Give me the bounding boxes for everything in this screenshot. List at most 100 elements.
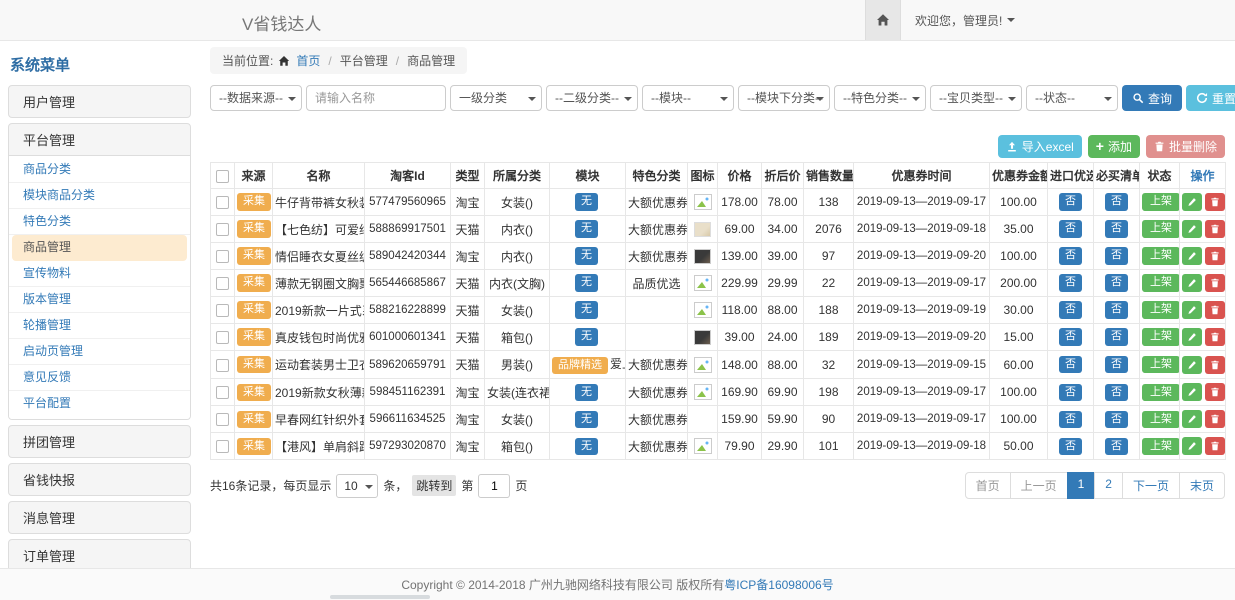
import-select-toggle[interactable]: 否 (1059, 193, 1082, 210)
import-select-toggle[interactable]: 否 (1059, 220, 1082, 237)
filter-select[interactable]: --特色分类-- (834, 85, 926, 111)
sidebar-item[interactable]: 平台配置 (9, 391, 190, 417)
home-button[interactable] (865, 0, 901, 40)
search-button[interactable]: 查询 (1122, 85, 1182, 111)
row-checkbox[interactable] (216, 413, 229, 426)
pager-button[interactable]: 1 (1067, 472, 1096, 499)
must-buy-toggle[interactable]: 否 (1105, 247, 1128, 264)
sidebar-item[interactable]: 宣传物料 (9, 261, 190, 287)
import-select-toggle[interactable]: 否 (1059, 247, 1082, 264)
row-checkbox[interactable] (216, 440, 229, 453)
sidebar-panel-header[interactable]: 拼团管理 (9, 426, 190, 457)
import-select-toggle[interactable]: 否 (1059, 301, 1082, 318)
pager-button[interactable]: 下一页 (1122, 472, 1180, 499)
status-toggle[interactable]: 上架 (1142, 411, 1180, 428)
pager-button[interactable]: 2 (1094, 472, 1123, 499)
import-excel-button[interactable]: 导入excel (998, 135, 1082, 158)
sidebar-item[interactable]: 轮播管理 (9, 313, 190, 339)
status-toggle[interactable]: 上架 (1142, 247, 1180, 264)
import-select-toggle[interactable]: 否 (1059, 328, 1082, 345)
must-buy-toggle[interactable]: 否 (1105, 438, 1128, 455)
must-buy-toggle[interactable]: 否 (1105, 301, 1128, 318)
status-toggle[interactable]: 上架 (1142, 220, 1180, 237)
row-checkbox[interactable] (216, 359, 229, 372)
row-checkbox[interactable] (216, 223, 229, 236)
row-checkbox[interactable] (216, 196, 229, 209)
icp-link[interactable]: 粤ICP备16098006号 (724, 576, 833, 593)
edit-button[interactable] (1182, 437, 1202, 455)
filter-select[interactable]: --模块下分类-- (738, 85, 830, 111)
must-buy-toggle[interactable]: 否 (1105, 220, 1128, 237)
delete-button[interactable] (1205, 301, 1225, 319)
edit-button[interactable] (1182, 356, 1202, 374)
filter-select[interactable]: --状态-- (1026, 85, 1118, 111)
must-buy-toggle[interactable]: 否 (1105, 356, 1128, 373)
row-checkbox[interactable] (216, 304, 229, 317)
import-select-toggle[interactable]: 否 (1059, 411, 1082, 428)
import-select-toggle[interactable]: 否 (1059, 384, 1082, 401)
sidebar-panel-header[interactable]: 平台管理 (9, 124, 190, 155)
breadcrumb-home-link[interactable]: 首页 (296, 52, 320, 69)
row-checkbox[interactable] (216, 386, 229, 399)
pager-button[interactable]: 首页 (965, 472, 1011, 499)
sidebar-panel-header[interactable]: 用户管理 (9, 86, 190, 117)
import-select-toggle[interactable]: 否 (1059, 356, 1082, 373)
edit-button[interactable] (1182, 383, 1202, 401)
sidebar-item[interactable]: 版本管理 (9, 287, 190, 313)
must-buy-toggle[interactable]: 否 (1105, 193, 1128, 210)
sidebar-item[interactable]: 启动页管理 (9, 339, 190, 365)
sidebar-item[interactable]: 商品分类 (9, 157, 190, 183)
filter-select[interactable]: 一级分类 (450, 85, 542, 111)
status-toggle[interactable]: 上架 (1142, 328, 1180, 345)
edit-button[interactable] (1182, 247, 1202, 265)
sidebar-item[interactable]: 特色分类 (9, 209, 190, 235)
edit-button[interactable] (1182, 301, 1202, 319)
batch-delete-button[interactable]: 批量删除 (1146, 135, 1225, 158)
status-toggle[interactable]: 上架 (1142, 193, 1180, 210)
delete-button[interactable] (1205, 220, 1225, 238)
reset-button[interactable]: 重置 (1186, 85, 1235, 111)
row-checkbox[interactable] (216, 277, 229, 290)
filter-select[interactable]: --模块-- (642, 85, 734, 111)
sidebar-item[interactable]: 模块商品分类 (9, 183, 190, 209)
must-buy-toggle[interactable]: 否 (1105, 328, 1128, 345)
filter-select[interactable]: --宝贝类型-- (930, 85, 1022, 111)
status-toggle[interactable]: 上架 (1142, 356, 1180, 373)
delete-button[interactable] (1205, 356, 1225, 374)
delete-button[interactable] (1205, 193, 1225, 211)
select-all-checkbox[interactable] (216, 170, 229, 183)
filter-select[interactable]: --数据来源-- (210, 85, 302, 111)
edit-button[interactable] (1182, 220, 1202, 238)
sidebar-item[interactable]: 商品管理 (12, 235, 187, 261)
add-button[interactable]: 添加 (1088, 135, 1140, 158)
delete-button[interactable] (1205, 247, 1225, 265)
user-menu[interactable]: 欢迎您，管理员! (915, 12, 1015, 29)
status-toggle[interactable]: 上架 (1142, 438, 1180, 455)
import-select-toggle[interactable]: 否 (1059, 274, 1082, 291)
per-page-select[interactable]: 10 (336, 474, 378, 498)
filter-select[interactable]: --二级分类-- (546, 85, 638, 111)
delete-button[interactable] (1205, 437, 1225, 455)
sidebar-panel-header[interactable]: 消息管理 (9, 502, 190, 533)
edit-button[interactable] (1182, 193, 1202, 211)
must-buy-toggle[interactable]: 否 (1105, 384, 1128, 401)
status-toggle[interactable]: 上架 (1142, 301, 1180, 318)
pager-button[interactable]: 末页 (1179, 472, 1225, 499)
row-checkbox[interactable] (216, 250, 229, 263)
delete-button[interactable] (1205, 383, 1225, 401)
delete-button[interactable] (1205, 274, 1225, 292)
sidebar-panel-header[interactable]: 省钱快报 (9, 464, 190, 495)
page-number-input[interactable] (478, 474, 510, 498)
status-toggle[interactable]: 上架 (1142, 274, 1180, 291)
sidebar-panel-header[interactable]: 订单管理 (9, 540, 190, 571)
status-toggle[interactable]: 上架 (1142, 384, 1180, 401)
edit-button[interactable] (1182, 410, 1202, 428)
must-buy-toggle[interactable]: 否 (1105, 411, 1128, 428)
import-select-toggle[interactable]: 否 (1059, 438, 1082, 455)
name-search-input[interactable] (306, 85, 446, 111)
edit-button[interactable] (1182, 328, 1202, 346)
must-buy-toggle[interactable]: 否 (1105, 274, 1128, 291)
edit-button[interactable] (1182, 274, 1202, 292)
sidebar-item[interactable]: 意见反馈 (9, 365, 190, 391)
delete-button[interactable] (1205, 410, 1225, 428)
